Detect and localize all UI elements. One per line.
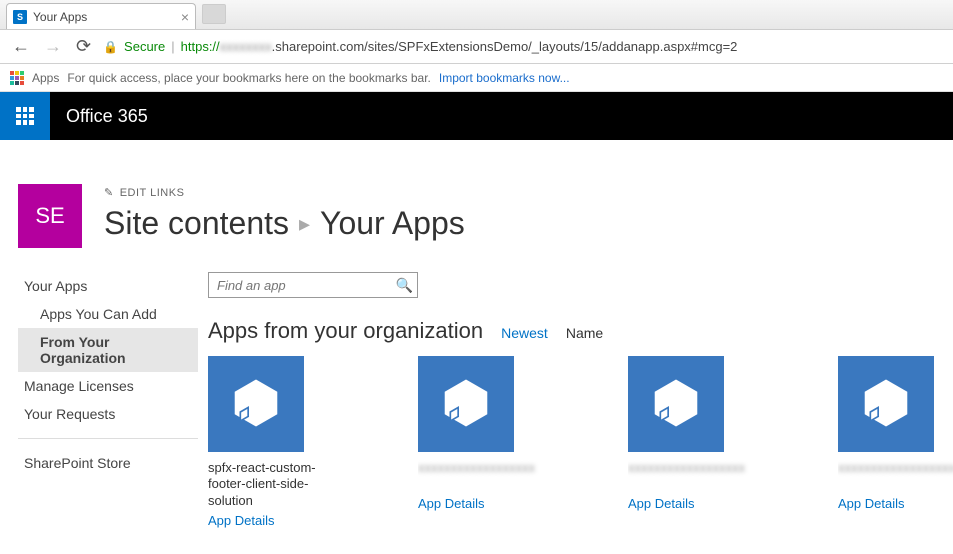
- nav-manage-licenses[interactable]: Manage Licenses: [18, 372, 198, 400]
- app-launcher-button[interactable]: [0, 92, 50, 140]
- nav-from-your-organization[interactable]: From Your Organization: [18, 328, 198, 372]
- app-card: xxxxxxxxxxxxxxxxxx App Details: [418, 356, 558, 528]
- app-card: spfx-react-custom-footer-client-side-sol…: [208, 356, 348, 528]
- suite-bar: Office 365: [0, 92, 953, 140]
- main-content: Your Apps Apps You Can Add From Your Org…: [0, 260, 953, 540]
- suite-brand: Office 365: [66, 106, 148, 127]
- app-title: xxxxxxxxxxxxxxxxxx: [838, 460, 953, 492]
- app-details-link[interactable]: App Details: [208, 513, 274, 528]
- reload-button[interactable]: ⟳: [74, 36, 93, 57]
- import-bookmarks-link[interactable]: Import bookmarks now...: [439, 71, 570, 85]
- app-title: xxxxxxxxxxxxxxxxxx: [418, 460, 558, 492]
- breadcrumb: Site contents ▸ Your Apps: [104, 205, 465, 242]
- address-bar: ← → ⟳ 🔒 Secure | https://xxxxxxxx.sharep…: [0, 30, 953, 64]
- close-icon[interactable]: ×: [181, 9, 189, 25]
- left-navigation: Your Apps Apps You Can Add From Your Org…: [18, 272, 198, 528]
- waffle-icon: [16, 107, 34, 125]
- app-details-link[interactable]: App Details: [628, 496, 694, 511]
- breadcrumb-root[interactable]: Site contents: [104, 205, 289, 242]
- url-protocol: https://: [181, 39, 220, 54]
- url-host-obscured: xxxxxxxx: [220, 39, 272, 54]
- nav-apps-you-can-add[interactable]: Apps You Can Add: [18, 300, 198, 328]
- app-tile[interactable]: [838, 356, 934, 452]
- breadcrumb-current: Your Apps: [320, 205, 465, 242]
- chevron-right-icon: ▸: [299, 211, 310, 237]
- edit-links-button[interactable]: ✎ EDIT LINKS: [104, 186, 465, 199]
- sort-newest[interactable]: Newest: [501, 325, 548, 341]
- section-header: Apps from your organization Newest Name: [208, 318, 953, 344]
- new-tab-button[interactable]: [202, 4, 226, 24]
- search-input[interactable]: [217, 278, 396, 293]
- secure-label: Secure: [124, 39, 165, 54]
- app-details-link[interactable]: App Details: [418, 496, 484, 511]
- sort-name[interactable]: Name: [566, 325, 603, 341]
- tab-title: Your Apps: [33, 10, 87, 24]
- app-card: xxxxxxxxxxxxxxxxxx App Details: [838, 356, 953, 528]
- apps-label[interactable]: Apps: [32, 71, 59, 85]
- edit-links-label: EDIT LINKS: [120, 187, 185, 199]
- search-box[interactable]: 🔍: [208, 272, 418, 298]
- forward-button[interactable]: →: [42, 36, 64, 57]
- nav-sharepoint-store[interactable]: SharePoint Store: [18, 449, 198, 477]
- ribbon-placeholder: [0, 140, 953, 184]
- section-title: Apps from your organization: [208, 318, 483, 344]
- app-tile[interactable]: [418, 356, 514, 452]
- nav-your-requests[interactable]: Your Requests: [18, 400, 198, 428]
- url-path: .sharepoint.com/sites/SPFxExtensionsDemo…: [272, 39, 738, 54]
- site-logo[interactable]: SE: [18, 184, 82, 248]
- nav-divider: [18, 438, 198, 439]
- content-area: 🔍 Apps from your organization Newest Nam…: [208, 272, 953, 528]
- apps-grid-icon[interactable]: [10, 71, 24, 85]
- browser-tabs: S Your Apps ×: [0, 0, 953, 30]
- app-tile[interactable]: [628, 356, 724, 452]
- lock-icon: 🔒: [103, 40, 118, 54]
- url-separator: |: [171, 39, 174, 54]
- package-icon: [228, 375, 284, 434]
- app-title: xxxxxxxxxxxxxxxxxx: [628, 460, 768, 492]
- sharepoint-favicon: S: [13, 10, 27, 24]
- nav-your-apps[interactable]: Your Apps: [18, 272, 198, 300]
- bookmark-bar: Apps For quick access, place your bookma…: [0, 64, 953, 92]
- url-display[interactable]: 🔒 Secure | https://xxxxxxxx.sharepoint.c…: [103, 39, 943, 54]
- package-icon: [438, 375, 494, 434]
- app-tile[interactable]: [208, 356, 304, 452]
- bookmark-hint: For quick access, place your bookmarks h…: [67, 71, 431, 85]
- app-details-link[interactable]: App Details: [838, 496, 904, 511]
- app-title: spfx-react-custom-footer-client-side-sol…: [208, 460, 348, 509]
- pencil-icon: ✎: [104, 186, 114, 199]
- search-icon[interactable]: 🔍: [396, 277, 413, 294]
- package-icon: [858, 375, 914, 434]
- app-card: xxxxxxxxxxxxxxxxxx App Details: [628, 356, 768, 528]
- page-header: SE ✎ EDIT LINKS Site contents ▸ Your App…: [0, 184, 953, 260]
- back-button[interactable]: ←: [10, 36, 32, 57]
- package-icon: [648, 375, 704, 434]
- browser-tab[interactable]: S Your Apps ×: [6, 3, 196, 29]
- apps-grid: spfx-react-custom-footer-client-side-sol…: [208, 356, 953, 528]
